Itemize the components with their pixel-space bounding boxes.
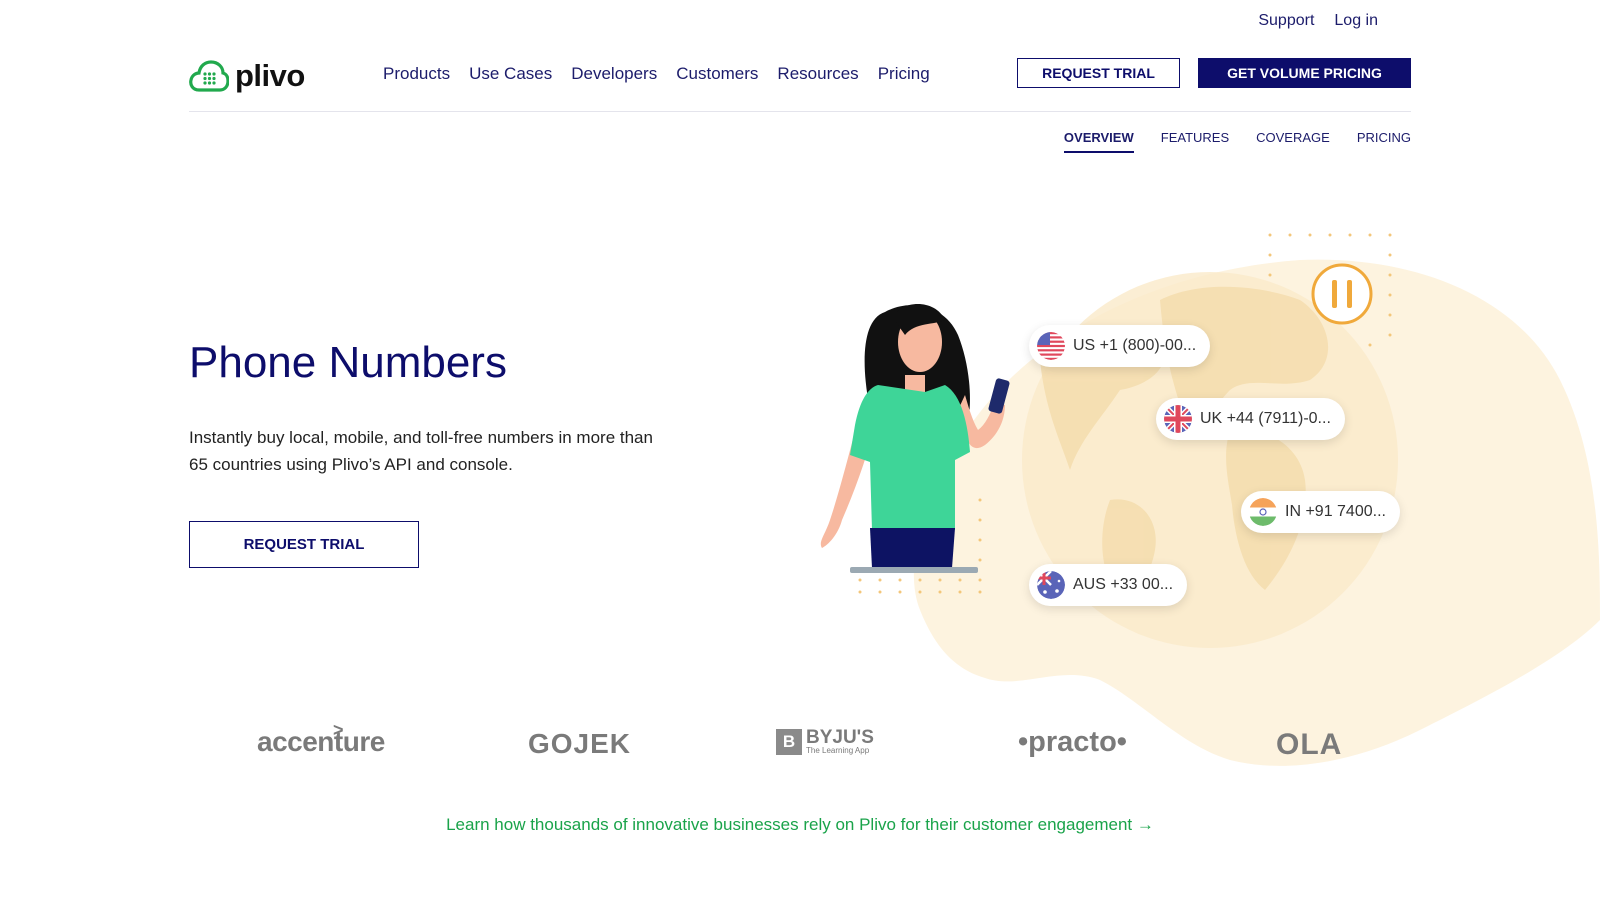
number-pill-aus: AUS +33 00...	[1029, 564, 1188, 606]
header-request-trial-button[interactable]: REQUEST TRIAL	[1017, 58, 1180, 88]
number-pill-in: IN +91 7400...	[1241, 491, 1400, 533]
australia-flag-icon	[1037, 571, 1065, 599]
get-volume-pricing-button[interactable]: GET VOLUME PRICING	[1198, 58, 1411, 88]
gojek-logo: GOJEK	[528, 728, 632, 759]
nav-customers[interactable]: Customers	[676, 64, 758, 84]
hero-description: Instantly buy local, mobile, and toll-fr…	[189, 428, 653, 474]
number-pill-us: US +1 (800)-00...	[1029, 325, 1211, 367]
brand-name: plivo	[235, 58, 305, 93]
main-header: plivo Products Use Cases Developers Cust…	[189, 52, 1411, 112]
accenture-logo: > accenture	[257, 720, 385, 757]
aus-number: AUS +33 00...	[1073, 576, 1174, 593]
in-number: IN +91 7400...	[1285, 503, 1386, 520]
pause-icon	[1311, 263, 1373, 325]
us-number: US +1 (800)-00...	[1073, 337, 1197, 354]
byjus-logo: B BYJU'S The Learning App	[776, 728, 874, 755]
login-link[interactable]: Log in	[1334, 12, 1378, 30]
ola-logo: OLA	[1276, 728, 1343, 761]
hero-request-trial-button[interactable]: REQUEST TRIAL	[189, 521, 419, 568]
accenture-chevron-icon: >	[333, 720, 344, 740]
tab-coverage[interactable]: COVERAGE	[1256, 130, 1330, 153]
nav-products[interactable]: Products	[383, 64, 450, 84]
customer-stories-link[interactable]: Learn how thousands of innovative busine…	[0, 815, 1600, 835]
woman-figure	[820, 304, 1010, 573]
uk-flag-icon	[1164, 405, 1192, 433]
byjus-b-icon: B	[776, 728, 802, 755]
customer-stories-link-text[interactable]: Learn how thousands of innovative busine…	[446, 815, 1154, 834]
tab-overview[interactable]: OVERVIEW	[1063, 130, 1134, 153]
primary-nav: Products Use Cases Developers Customers …	[383, 64, 930, 84]
product-subnav: OVERVIEW FEATURES COVERAGE PRICING	[1063, 130, 1411, 153]
us-flag-icon	[1037, 332, 1065, 360]
page-title: Phone Numbers	[189, 338, 507, 387]
support-link[interactable]: Support	[1258, 12, 1314, 30]
nav-use-cases[interactable]: Use Cases	[469, 64, 552, 84]
india-flag-icon	[1249, 498, 1277, 526]
cloud-grid-logo-icon	[189, 60, 229, 92]
number-pill-uk: UK +44 (7911)-0...	[1156, 398, 1345, 440]
uk-number: UK +44 (7911)-0...	[1200, 410, 1331, 427]
tab-features[interactable]: FEATURES	[1161, 130, 1229, 153]
customer-logos: > accenture GOJEK B BYJU'S The Learning …	[0, 720, 1600, 788]
nav-resources[interactable]: Resources	[777, 64, 858, 84]
plivo-logo[interactable]: plivo	[189, 58, 305, 94]
tab-pricing[interactable]: PRICING	[1357, 130, 1411, 153]
nav-pricing[interactable]: Pricing	[878, 64, 930, 84]
nav-developers[interactable]: Developers	[571, 64, 657, 84]
utility-links: Support Log in	[1258, 12, 1378, 30]
practo-logo: •practo•	[1018, 726, 1127, 758]
